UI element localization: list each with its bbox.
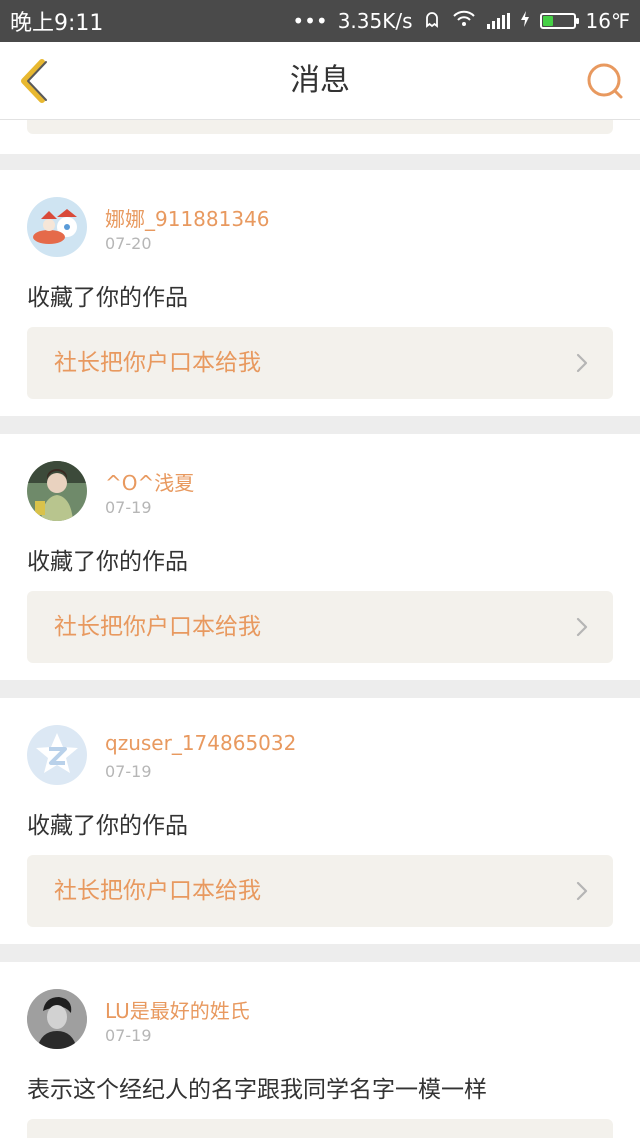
message-date: 07-19	[105, 498, 152, 517]
work-title: 社长把你户口本给我	[54, 350, 261, 376]
work-card[interactable]: 社长把你户口本给我	[27, 855, 613, 927]
battery-icon	[539, 13, 579, 29]
work-title: 社长把你户口本给我	[54, 614, 261, 640]
message-text: 收藏了你的作品	[27, 813, 188, 839]
message-text: 表示这个经纪人的名字跟我同学名字一模一样	[27, 1077, 487, 1103]
avatar[interactable]	[27, 725, 87, 785]
username[interactable]: ^O^浅夏	[105, 467, 194, 496]
username[interactable]: qzuser_174865032	[105, 731, 296, 755]
avatar[interactable]	[27, 461, 87, 521]
status-bar: 晚上9:11 ••• 3.35K/s 16℉	[0, 0, 640, 42]
page-title: 消息	[290, 63, 350, 98]
message-date: 07-19	[105, 1026, 152, 1045]
search-icon	[587, 63, 623, 99]
message-text: 收藏了你的作品	[27, 285, 188, 311]
temperature: 16℉	[585, 9, 630, 33]
message-date: 07-20	[105, 234, 152, 253]
message-date: 07-19	[105, 762, 152, 781]
previous-quote-card[interactable]	[27, 120, 613, 134]
username[interactable]: 娜娜_911881346	[105, 203, 270, 232]
message-list[interactable]: 娜娜_911881346 07-20 收藏了你的作品 社长把你户口本给我 ^O^…	[0, 120, 640, 1138]
charging-icon	[520, 9, 530, 33]
chevron-right-icon	[576, 617, 588, 637]
message-item: ^O^浅夏 07-19 收藏了你的作品 社长把你户口本给我	[0, 434, 640, 680]
avatar[interactable]	[27, 989, 87, 1049]
network-speed: 3.35K/s	[337, 9, 413, 33]
message-text: 收藏了你的作品	[27, 549, 188, 575]
work-card[interactable]	[27, 1119, 613, 1138]
status-right: ••• 3.35K/s 16℉	[292, 9, 630, 33]
status-dots: •••	[292, 9, 328, 33]
message-item: 娜娜_911881346 07-20 收藏了你的作品 社长把你户口本给我	[0, 170, 640, 416]
message-item: LU是最好的姓氏 07-19 表示这个经纪人的名字跟我同学名字一模一样	[0, 962, 640, 1138]
wifi-icon	[451, 9, 477, 33]
ghost-icon	[423, 9, 441, 33]
previous-message-tail	[0, 120, 640, 154]
work-card[interactable]: 社长把你户口本给我	[27, 327, 613, 399]
search-button[interactable]	[584, 60, 626, 102]
signal-icon	[486, 13, 510, 29]
nav-bar: 消息	[0, 42, 640, 120]
avatar[interactable]	[27, 197, 87, 257]
work-title: 社长把你户口本给我	[54, 878, 261, 904]
work-card[interactable]: 社长把你户口本给我	[27, 591, 613, 663]
chevron-right-icon	[576, 353, 588, 373]
username[interactable]: LU是最好的姓氏	[105, 995, 250, 1024]
message-item: qzuser_174865032 07-19 收藏了你的作品 社长把你户口本给我	[0, 698, 640, 944]
chevron-right-icon	[576, 881, 588, 901]
status-time: 晚上9:11	[10, 11, 104, 36]
